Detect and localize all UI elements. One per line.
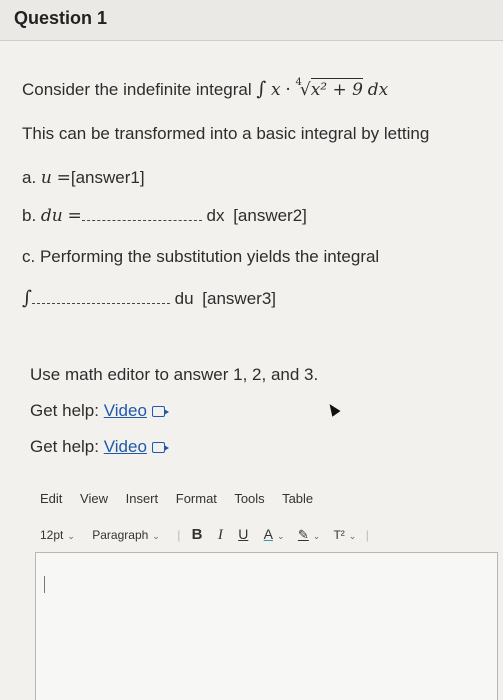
part-c: c. Performing the substitution yields th… — [22, 247, 379, 267]
help-label: Get help: — [30, 401, 99, 420]
menu-insert[interactable]: Insert — [126, 491, 159, 506]
chevron-down-icon: ⌄ — [152, 531, 160, 541]
part-b: b. du = dx [answer2] — [22, 206, 307, 226]
underline-button[interactable]: U — [238, 526, 248, 542]
intro-text: Consider the indefinite integral — [22, 80, 252, 99]
superscript-button[interactable]: T² — [333, 528, 344, 542]
menu-table[interactable]: Table — [282, 491, 313, 506]
menu-tools[interactable]: Tools — [234, 491, 264, 506]
block-format-select[interactable]: Paragraph ⌄ — [92, 528, 160, 542]
answer3-blank[interactable] — [31, 303, 170, 304]
part-a: a. u =[answer1] — [22, 168, 145, 188]
video-link[interactable]: Video — [104, 437, 147, 456]
part-a-label: a. — [22, 168, 37, 187]
chevron-down-icon[interactable]: ⌄ — [277, 531, 285, 541]
help-label: Get help: — [30, 437, 99, 456]
external-link-icon — [151, 406, 169, 417]
highlight-pen-icon[interactable]: ✎ — [298, 527, 309, 542]
help-row-1: Get help: Video — [30, 401, 169, 421]
mouse-pointer-icon — [325, 401, 341, 417]
integral-sign-c: ∫ — [22, 287, 32, 309]
external-link-icon — [151, 442, 169, 453]
root-index: 4 — [295, 77, 302, 89]
editor-toolbar: 12pt ⌄ Paragraph ⌄ | B I U A ⌄ ✎ ⌄ T² ⌄ | — [40, 526, 369, 544]
chevron-down-icon: ⌄ — [67, 531, 75, 541]
part-b-var: du — [40, 206, 63, 226]
font-size-value: 12pt — [40, 528, 64, 542]
font-size-select[interactable]: 12pt ⌄ — [40, 528, 75, 542]
chevron-down-icon[interactable]: ⌄ — [349, 531, 357, 541]
question-header: Question 1 — [0, 0, 503, 41]
part-c-text: Performing the substitution yields the i… — [39, 247, 380, 266]
bold-button[interactable]: B — [192, 526, 203, 543]
part-b-eq: = — [67, 206, 82, 226]
video-link[interactable]: Video — [104, 401, 147, 420]
integral-sign: ∫ — [256, 78, 267, 100]
answer3-field[interactable]: [answer3] — [202, 289, 276, 308]
instructions: Use math editor to answer 1, 2, and 3. — [30, 365, 319, 384]
menu-format[interactable]: Format — [176, 491, 217, 506]
answer-editor[interactable] — [35, 552, 498, 700]
answer1-field[interactable]: [answer1] — [71, 168, 145, 187]
integral-prompt: Consider the indefinite integral ∫ x · 4… — [22, 77, 389, 100]
answer2-blank[interactable] — [81, 220, 202, 221]
text-cursor — [44, 576, 45, 593]
part-a-eq: = — [56, 168, 71, 188]
chevron-down-icon[interactable]: ⌄ — [313, 531, 321, 541]
part-c-unit: du — [174, 289, 194, 308]
toolbar-divider: | — [365, 528, 369, 542]
dx-symbol: dx — [367, 80, 389, 100]
question-title: Question 1 — [14, 8, 108, 28]
help-row-2: Get help: Video — [30, 437, 169, 457]
editor-menubar: Edit View Insert Format Tools Table — [40, 491, 327, 506]
block-format-value: Paragraph — [92, 528, 149, 542]
fourth-root: 4√x² + 9 — [295, 77, 363, 100]
part-a-var: u — [40, 168, 52, 188]
italic-button[interactable]: I — [218, 527, 223, 543]
toolbar-divider: | — [177, 528, 181, 542]
font-color-button[interactable]: A — [264, 526, 273, 542]
part-c-integral: ∫ du [answer3] — [22, 287, 276, 309]
part-b-unit: dx — [206, 206, 225, 225]
answer2-field[interactable]: [answer2] — [233, 206, 307, 225]
dot-operator: · — [285, 80, 291, 100]
menu-view[interactable]: View — [80, 491, 108, 506]
radicand: x² + 9 — [310, 78, 363, 100]
integrand-x: x — [271, 80, 281, 100]
part-c-label: c. — [22, 247, 36, 266]
menu-edit[interactable]: Edit — [40, 491, 62, 506]
part-b-label: b. — [22, 206, 37, 225]
transform-text: This can be transformed into a basic int… — [22, 124, 430, 143]
